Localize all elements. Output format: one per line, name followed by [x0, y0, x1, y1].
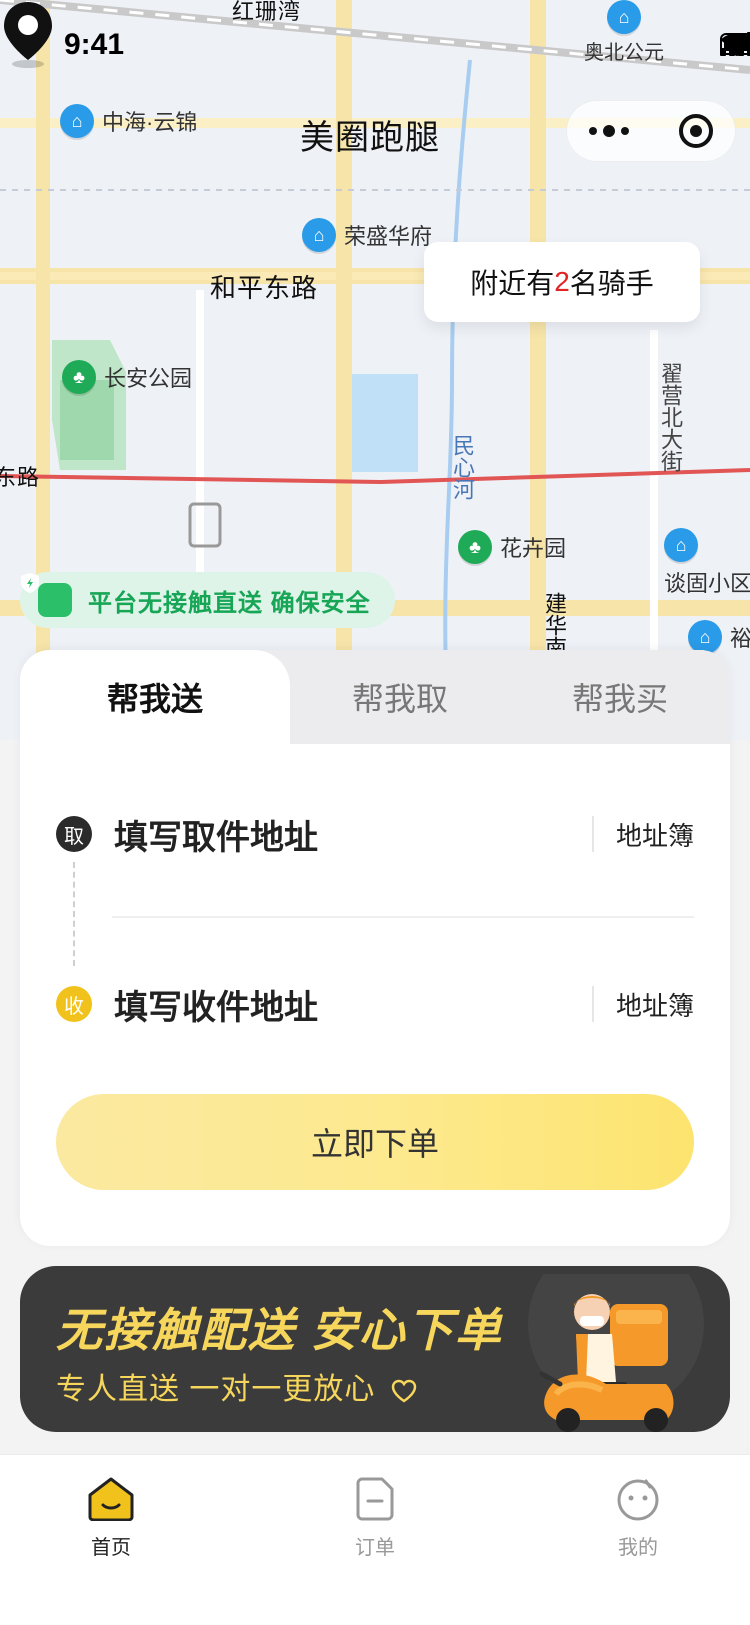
delivery-address-input[interactable]: 填写收件地址 — [114, 980, 592, 1029]
page-title: 美圈跑腿 — [300, 119, 440, 157]
delivery-address-book-link[interactable]: 地址簿 — [616, 986, 694, 1023]
road-label-minxinhe: 民心河 — [450, 434, 475, 500]
tabbar-me-label: 我的 — [618, 1537, 658, 1559]
divider — [112, 916, 694, 918]
divider — [591, 816, 594, 852]
service-tabs: 帮我送 帮我取 帮我买 — [20, 650, 730, 744]
tab-pickup[interactable]: 帮我取 — [290, 650, 510, 744]
order-document-icon — [356, 1477, 394, 1521]
tabbar-orders-label: 订单 — [355, 1537, 395, 1559]
building-icon: ⌂ — [302, 218, 336, 252]
status-time: 9:41 — [64, 28, 125, 61]
tabbar-home[interactable]: 首页 — [21, 1477, 201, 1560]
road-label-hepingdonglu: 和平东路 — [210, 273, 319, 303]
promo-title: 无接触配送 安心下单 — [56, 1304, 503, 1356]
home-icon — [88, 1477, 134, 1521]
tab-send[interactable]: 帮我送 — [20, 650, 290, 744]
tabbar-home-label: 首页 — [91, 1537, 131, 1559]
building-icon: ⌂ — [60, 104, 94, 138]
pickup-address-row[interactable]: 取 填写取件地址 地址簿 — [56, 794, 694, 874]
safety-notice-chip: 平台无接触直送 确保安全 — [20, 572, 395, 628]
pickup-badge: 取 — [56, 816, 92, 852]
building-icon: ⌂ — [688, 620, 722, 654]
location-pin-icon[interactable] — [0, 0, 56, 70]
poi-huahui-yuan[interactable]: ♣ 花卉园 — [458, 530, 566, 564]
tree-icon: ♣ — [458, 530, 492, 564]
promo-subtitle: 专人直送 一对一更放心 — [56, 1364, 417, 1408]
pickup-address-input[interactable]: 填写取件地址 — [114, 810, 592, 859]
nearby-riders-bubble: 附近有 2 名骑手 — [424, 242, 700, 322]
road-label-jianhua: 建华南 — [542, 592, 567, 658]
profile-face-icon — [617, 1479, 659, 1521]
bottom-tab-bar: 首页 订单 我的 — [0, 1454, 750, 1625]
tabbar-me[interactable]: 我的 — [548, 1477, 728, 1560]
shield-icon — [21, 573, 72, 617]
rider-count: 2 — [554, 266, 570, 297]
tabbar-orders[interactable]: 订单 — [285, 1477, 465, 1560]
route-dashed-line — [73, 862, 75, 966]
place-order-button[interactable]: 立即下单 — [56, 1094, 694, 1190]
more-icon[interactable] — [589, 125, 629, 137]
poi-yu[interactable]: ⌂ 裕 — [688, 620, 750, 654]
heart-icon — [391, 1379, 416, 1403]
poi-rongsheng[interactable]: ⌂ 荣盛华府 — [302, 218, 432, 252]
map-view[interactable]: 红珊湾 和平东路 东路 民心河 翟营北大街 建华南 ⌂ 中海·云锦 ⌂ 荣盛华府… — [0, 0, 750, 740]
tree-icon: ♣ — [62, 360, 96, 394]
road-label-zhaiying: 翟营北大街 — [658, 362, 683, 472]
delivery-rider-illustration — [528, 1274, 704, 1432]
poi-tangu[interactable]: ⌂ 谈固小区 — [664, 528, 750, 598]
poi-changan-park[interactable]: ♣ 长安公园 — [62, 360, 192, 394]
divider — [591, 986, 594, 1022]
order-card: 帮我送 帮我取 帮我买 取 填写取件地址 地址簿 收 填写收件地址 地址簿 立即… — [20, 650, 730, 1246]
delivery-address-row[interactable]: 收 填写收件地址 地址簿 — [56, 964, 694, 1044]
battery-icon — [720, 33, 750, 55]
road-label-lu: 东路 — [0, 465, 41, 490]
delivery-badge: 收 — [56, 986, 92, 1022]
mini-program-capsule[interactable] — [566, 100, 736, 162]
promo-banner[interactable]: 无接触配送 安心下单 专人直送 一对一更放心 — [20, 1266, 730, 1432]
status-bar: 9:41 — [0, 0, 750, 96]
building-icon: ⌂ — [664, 528, 698, 562]
tab-buy[interactable]: 帮我买 — [510, 650, 730, 744]
pickup-address-book-link[interactable]: 地址簿 — [616, 816, 694, 853]
poi-zhonghai[interactable]: ⌂ 中海·云锦 — [60, 104, 197, 138]
close-target-icon[interactable] — [679, 114, 713, 148]
